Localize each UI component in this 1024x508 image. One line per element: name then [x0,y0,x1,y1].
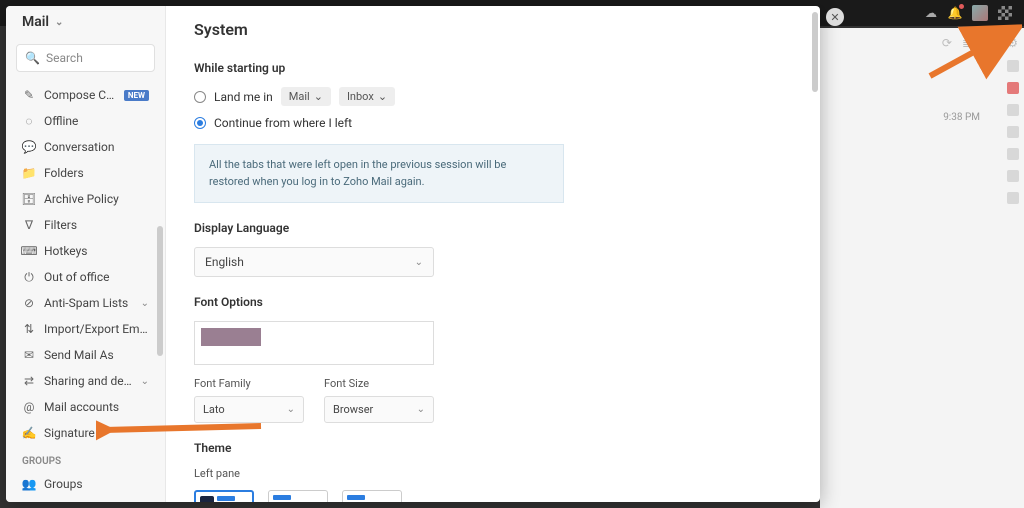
font-preview [194,321,434,365]
sidebar-item-archive[interactable]: 🗄 Archive Policy [6,186,165,212]
sidebar-item-folders[interactable]: 📁 Folders [6,160,165,186]
hotkeys-icon: ⌨ [22,244,36,258]
sidebar-item-sharing[interactable]: ⇄ Sharing and delegation ⌄ [6,368,165,394]
sendas-icon: ✉ [22,348,36,362]
settings-modal: Mail ⌄ 🔍 Search ✎ Compose Customi... NEW… [6,6,820,502]
section-font: Font Options [194,295,792,309]
chevron-down-icon: ⌄ [141,298,149,309]
settings-main: System While starting up Land me in Mail… [166,6,820,502]
sidebar-item-hotkeys[interactable]: ⌨ Hotkeys [6,238,165,264]
radio-label: Land me in [214,90,273,104]
avatar[interactable] [972,5,988,21]
theme-sublabel: Left pane [194,467,792,480]
compose-icon: ✎ [22,88,36,102]
import-icon: ⇅ [22,322,36,336]
info-box: All the tabs that were left open in the … [194,144,564,203]
antispam-icon: ⊘ [22,296,36,310]
sidebar-item-import[interactable]: ⇅ Import/Export Emails [6,316,165,342]
widget-icon[interactable] [1007,82,1019,94]
widget-icon[interactable] [1007,126,1019,138]
radio-label: Continue from where I left [214,116,352,130]
sidebar-item-offline[interactable]: ◌ Offline [6,108,165,134]
section-theme: Theme [194,441,792,455]
conversation-icon: 💬 [22,140,36,154]
theme-option-2[interactable] [268,490,328,502]
widget-icon[interactable] [1007,60,1019,72]
sidebar-item-signature[interactable]: ✍ Signature [6,420,165,446]
radio-continue[interactable] [194,117,206,129]
sidebar-item-compose[interactable]: ✎ Compose Customi... NEW [6,82,165,108]
field-label: Font Size [324,377,434,390]
groups-icon: 👥 [22,477,36,491]
select-inbox[interactable]: Inbox ⌄ [339,87,395,106]
sidebar-item-sendas[interactable]: ✉ Send Mail As [6,342,165,368]
sidebar-item-filters[interactable]: ∇ Filters [6,212,165,238]
chevron-down-icon: ⌄ [415,257,423,268]
select-mail[interactable]: Mail ⌄ [281,87,331,106]
outofoffice-icon: ⏻ [22,270,36,284]
chevron-down-icon: ⌄ [417,404,425,415]
widget-icon[interactable] [1007,148,1019,160]
theme-option-1[interactable] [194,490,254,502]
theme-option-3[interactable] [342,490,402,502]
scrollbar[interactable] [812,12,818,92]
new-badge: NEW [124,90,149,101]
settings-sidebar: Mail ⌄ 🔍 Search ✎ Compose Customi... NEW… [6,6,166,502]
offline-icon: ◌ [22,114,36,128]
sidebar-item-antispam[interactable]: ⊘ Anti-Spam Lists ⌄ [6,290,165,316]
search-input[interactable]: 🔍 Search [16,44,155,72]
accounts-icon: @ [22,400,36,414]
sidebar-item-outofoffice[interactable]: ⏻ Out of office [6,264,165,290]
widget-icon[interactable] [1007,104,1019,116]
chevron-down-icon: ⌄ [314,90,323,103]
widget-icon[interactable] [1007,192,1019,204]
filter-icon: ∇ [22,218,36,232]
settings-icon[interactable]: ⚙ [1007,36,1018,56]
sidebar-item-conversation[interactable]: 💬 Conversation [6,134,165,160]
chevron-down-icon: ⌄ [141,376,149,387]
section-language: Display Language [194,221,792,235]
select-language[interactable]: English ⌄ [194,247,434,277]
search-icon: 🔍 [25,51,40,65]
select-font-family[interactable]: Lato ⌄ [194,396,304,423]
sidebar-item-accounts[interactable]: @ Mail accounts [6,394,165,420]
signature-icon: ✍ [22,426,36,440]
section-startup: While starting up [194,61,792,75]
select-font-size[interactable]: Browser ⌄ [324,396,434,423]
chevron-down-icon: ⌄ [55,17,63,28]
group-header: GROUPS [6,446,165,471]
widget-icon[interactable] [1007,170,1019,182]
chevron-down-icon: ⌄ [378,90,387,103]
apps-grid-icon[interactable] [998,6,1012,20]
toolbar-icon[interactable]: ≣ [962,36,972,56]
toolbar-icon[interactable]: 🗑 [982,36,997,56]
page-title: System [194,20,792,39]
cloud-icon[interactable]: ☁ [924,6,938,20]
scrollbar[interactable] [157,226,163,356]
archive-icon: 🗄 [22,192,36,206]
chevron-down-icon: ⌄ [287,404,295,415]
close-button[interactable]: ✕ [826,8,844,26]
field-label: Font Family [194,377,304,390]
folder-icon: 📁 [22,166,36,180]
bell-icon[interactable]: 🔔 [948,6,962,20]
sharing-icon: ⇄ [22,374,36,388]
toolbar-icon[interactable]: ⟳ [942,36,952,56]
timestamp: 9:38 PM [943,112,980,123]
radio-landmein[interactable] [194,91,206,103]
sidebar-title[interactable]: Mail ⌄ [6,6,165,40]
font-swatch [201,328,261,346]
sidebar-item-groups[interactable]: 👥 Groups [6,471,165,497]
